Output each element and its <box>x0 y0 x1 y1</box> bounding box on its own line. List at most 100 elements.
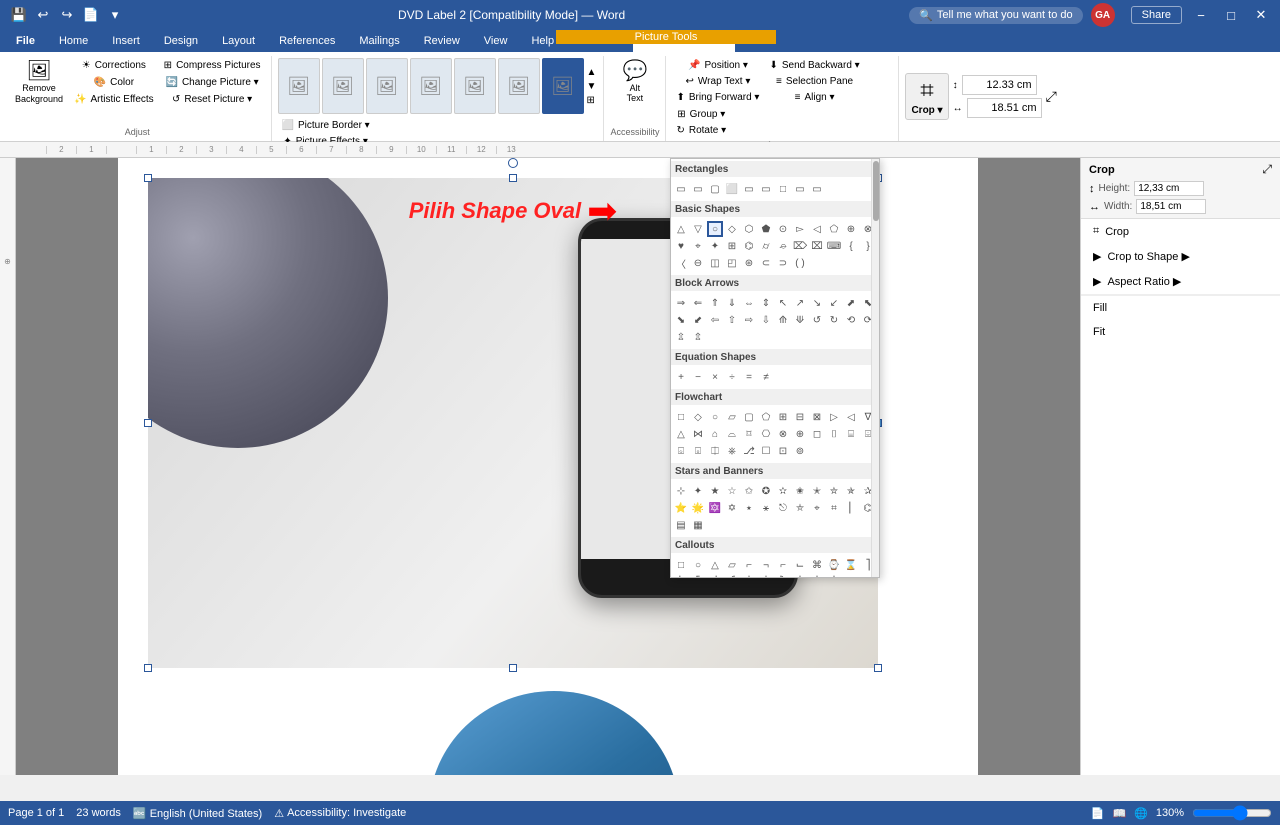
sb-15[interactable]: 🔯 <box>707 500 723 516</box>
co-9[interactable]: ⌘ <box>809 557 825 573</box>
crop-expand-icon[interactable]: ⤢ <box>1262 162 1272 177</box>
fc-23[interactable]: ⌸ <box>843 426 859 442</box>
rect-2[interactable]: ▭ <box>690 181 706 197</box>
bs-23[interactable]: { <box>843 238 859 254</box>
fc-4[interactable]: ▱ <box>724 409 740 425</box>
tab-design[interactable]: Design <box>152 30 210 52</box>
sb-26[interactable]: ▦ <box>690 517 706 533</box>
tab-insert[interactable]: Insert <box>100 30 152 52</box>
crop-button[interactable]: ⌗ Crop ▾ <box>905 73 948 120</box>
ba-20[interactable]: ⟱ <box>792 312 808 328</box>
fc-21[interactable]: ◻ <box>809 426 825 442</box>
ba-1[interactable]: ⇒ <box>673 295 689 311</box>
bs-17[interactable]: ⌬ <box>741 238 757 254</box>
ba-6[interactable]: ⇕ <box>758 295 774 311</box>
ba-25[interactable]: ⇫ <box>673 329 689 345</box>
sb-20[interactable]: ⛤ <box>792 500 808 516</box>
ba-3[interactable]: ⇑ <box>707 295 723 311</box>
sb-5[interactable]: ✩ <box>741 483 757 499</box>
rect-7[interactable]: □ <box>775 181 791 197</box>
handle-top-left[interactable] <box>144 174 152 182</box>
fc-11[interactable]: ◁ <box>843 409 859 425</box>
sb-3[interactable]: ★ <box>707 483 723 499</box>
ba-26[interactable]: ⇬ <box>690 329 706 345</box>
zoom-slider[interactable] <box>1192 805 1272 821</box>
ba-10[interactable]: ↙ <box>826 295 842 311</box>
eq-5[interactable]: = <box>741 369 757 385</box>
pic-style-6[interactable]: 🖼 <box>498 58 540 114</box>
co-8[interactable]: ⌙ <box>792 557 808 573</box>
bs-10[interactable]: ⬠ <box>826 221 842 237</box>
sb-16[interactable]: ✡ <box>724 500 740 516</box>
rotate-button[interactable]: ↻ Rotate ▾ <box>672 123 730 138</box>
fc-26[interactable]: ⌻ <box>690 443 706 459</box>
document-area[interactable]: uplot Pilih Shape Oval ➡ <box>16 158 1080 775</box>
co-13[interactable]: ⎣ <box>673 574 689 578</box>
bs-31[interactable]: ⊃ <box>775 255 791 271</box>
tab-references[interactable]: References <box>267 30 347 52</box>
wrap-text-button[interactable]: ↩ Wrap Text ▾ <box>672 74 763 89</box>
sb-23[interactable]: ⎜ <box>843 500 859 516</box>
ba-13[interactable]: ⬊ <box>673 312 689 328</box>
ba-5[interactable]: ⇔ <box>741 295 757 311</box>
sb-21[interactable]: ⌖ <box>809 500 825 516</box>
fc-31[interactable]: ⊡ <box>775 443 791 459</box>
ba-23[interactable]: ⟲ <box>843 312 859 328</box>
co-17[interactable]: ⎩ <box>741 574 757 578</box>
bs-19[interactable]: ⌮ <box>775 238 791 254</box>
bs-16[interactable]: ⊞ <box>724 238 740 254</box>
sb-7[interactable]: ✫ <box>775 483 791 499</box>
co-2[interactable]: ○ <box>690 557 706 573</box>
fc-1[interactable]: □ <box>673 409 689 425</box>
ba-4[interactable]: ⇓ <box>724 295 740 311</box>
maximize-button[interactable]: □ <box>1220 4 1242 26</box>
accessibility-status[interactable]: ⚠ Accessibility: Investigate <box>274 807 406 820</box>
minimize-button[interactable]: − <box>1190 4 1212 26</box>
bs-1[interactable]: △ <box>673 221 689 237</box>
ba-11[interactable]: ⬈ <box>843 295 859 311</box>
bs-9[interactable]: ◁ <box>809 221 825 237</box>
width-input[interactable] <box>967 98 1042 118</box>
handle-top-mid[interactable] <box>509 174 517 182</box>
ba-9[interactable]: ↘ <box>809 295 825 311</box>
co-15[interactable]: ⎦ <box>707 574 723 578</box>
close-button[interactable]: ✕ <box>1250 4 1272 26</box>
eq-3[interactable]: × <box>707 369 723 385</box>
sb-11[interactable]: ✯ <box>843 483 859 499</box>
web-view-button[interactable]: 🌐 <box>1134 807 1148 820</box>
sb-10[interactable]: ✮ <box>826 483 842 499</box>
fc-25[interactable]: ⌺ <box>673 443 689 459</box>
share-button[interactable]: Share <box>1131 6 1182 24</box>
crop-item-fill[interactable]: Fill <box>1081 296 1280 320</box>
fc-14[interactable]: ⋈ <box>690 426 706 442</box>
crop-item-aspect-ratio[interactable]: ▶ Aspect Ratio ▶ <box>1081 269 1280 294</box>
bs-8[interactable]: ▻ <box>792 221 808 237</box>
eq-4[interactable]: ÷ <box>724 369 740 385</box>
bs-28[interactable]: ◰ <box>724 255 740 271</box>
redo-button[interactable]: ↪ <box>56 4 78 26</box>
co-19[interactable]: ⎫ <box>775 574 791 578</box>
rect-5[interactable]: ▭ <box>741 181 757 197</box>
compress-pictures-button[interactable]: ⊞ Compress Pictures <box>160 58 265 73</box>
co-16[interactable]: ⎧ <box>724 574 740 578</box>
remove-background-button[interactable]: 🖼 RemoveBackground <box>10 58 68 108</box>
handle-mid-left[interactable] <box>144 419 152 427</box>
fc-8[interactable]: ⊟ <box>792 409 808 425</box>
new-button[interactable]: 📄 <box>80 4 102 26</box>
rect-3[interactable]: ▢ <box>707 181 723 197</box>
fc-6[interactable]: ⬠ <box>758 409 774 425</box>
rect-6[interactable]: ▭ <box>758 181 774 197</box>
co-1[interactable]: □ <box>673 557 689 573</box>
layout-view-button[interactable]: 📄 <box>1091 807 1105 820</box>
co-22[interactable]: ⎭ <box>826 574 842 578</box>
read-view-button[interactable]: 📖 <box>1112 807 1126 820</box>
eq-1[interactable]: + <box>673 369 689 385</box>
fc-20[interactable]: ⊕ <box>792 426 808 442</box>
bs-18[interactable]: ⌭ <box>758 238 774 254</box>
sb-22[interactable]: ⌗ <box>826 500 842 516</box>
reset-picture-button[interactable]: ↺ Reset Picture ▾ <box>160 92 265 107</box>
styles-expand[interactable]: ⊞ <box>586 94 598 107</box>
undo-button[interactable]: ↩ <box>32 4 54 26</box>
fc-17[interactable]: ⌑ <box>741 426 757 442</box>
handle-rotate[interactable] <box>508 158 518 168</box>
